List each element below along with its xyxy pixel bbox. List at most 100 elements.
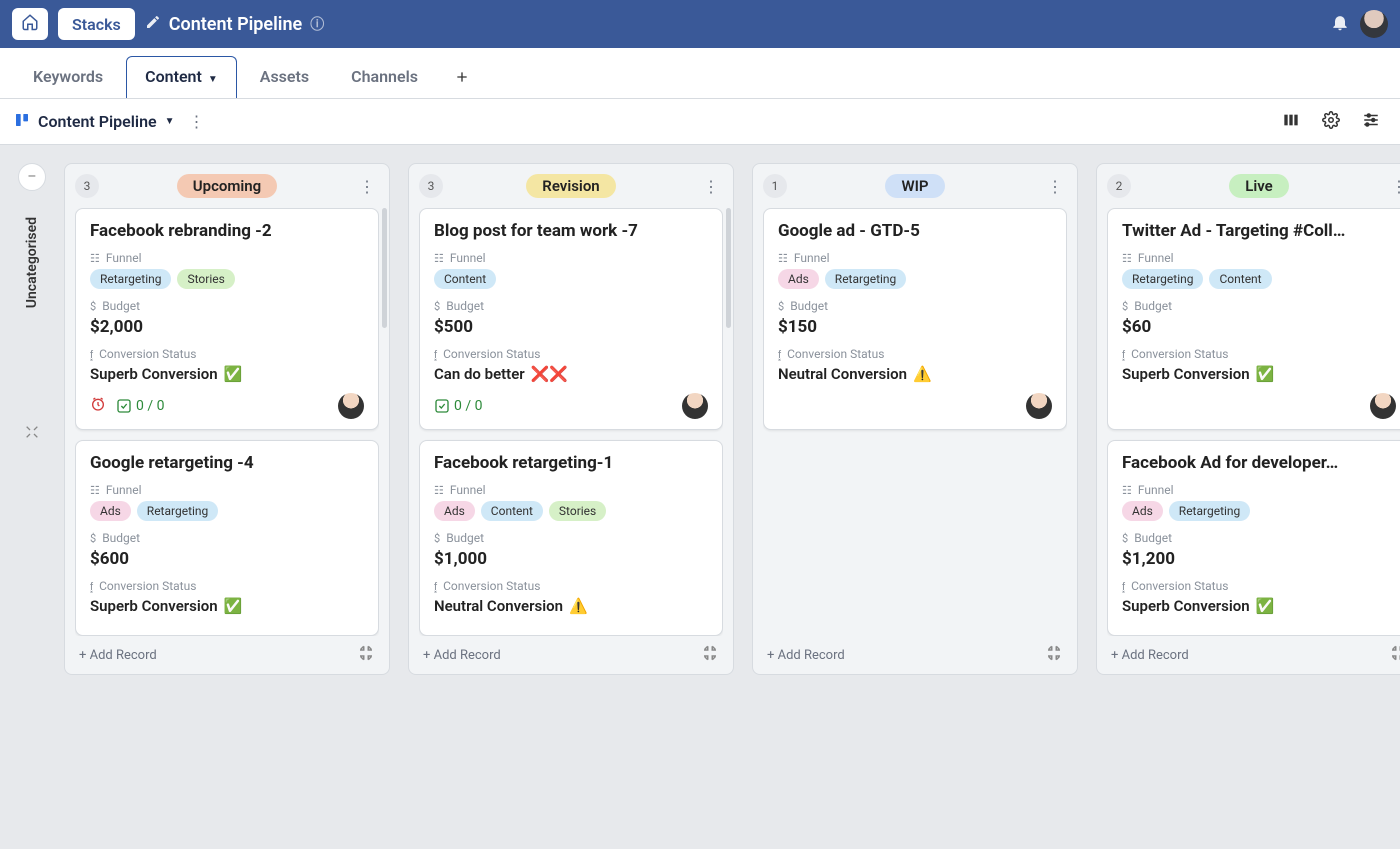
card[interactable]: Google ad - GTD-5 ☷Funnel AdsRetargeting…	[763, 208, 1067, 430]
scrollbar[interactable]	[382, 208, 387, 328]
user-avatar[interactable]	[1360, 10, 1388, 38]
column-count: 3	[75, 174, 99, 198]
card-title: Facebook retargeting-1	[434, 453, 708, 473]
card[interactable]: Google retargeting -4 ☷Funnel AdsRetarge…	[75, 440, 379, 636]
collapse-icon[interactable]	[357, 644, 375, 666]
funnel-field-label: ☷Funnel	[1122, 483, 1396, 497]
column-title[interactable]: Revision	[526, 174, 615, 198]
funnel-field-label: ☷Funnel	[90, 251, 364, 265]
status-emoji-icon: ✅	[1256, 365, 1275, 383]
card[interactable]: Facebook retargeting-1 ☷Funnel AdsConten…	[419, 440, 723, 636]
tasks-icon: 0 / 0	[116, 398, 164, 414]
card[interactable]: Blog post for team work -7 ☷Funnel Conte…	[419, 208, 723, 430]
add-record-button[interactable]: + Add Record	[1111, 648, 1189, 663]
conversion-value: Superb Conversion✅	[1122, 365, 1396, 383]
home-button[interactable]	[12, 8, 48, 40]
card[interactable]: Facebook rebranding -2 ☷Funnel Retargeti…	[75, 208, 379, 430]
funnel-tags: Content	[434, 269, 708, 289]
conversion-field-label: f͓Conversion Status	[1122, 579, 1396, 593]
conversion-value: Superb Conversion✅	[90, 597, 364, 615]
view-name: Content Pipeline	[38, 112, 157, 131]
card[interactable]: Facebook Ad for developer… ☷Funnel AdsRe…	[1107, 440, 1400, 636]
formula-icon: f͓	[1122, 580, 1125, 593]
budget-field-label: $Budget	[90, 299, 364, 313]
column-title[interactable]: Live	[1229, 174, 1289, 198]
dollar-icon: $	[434, 300, 440, 313]
column-title[interactable]: WIP	[885, 174, 944, 198]
info-icon[interactable]: ⓘ	[310, 14, 324, 34]
funnel-tags: RetargetingContent	[1122, 269, 1396, 289]
expand-icon[interactable]	[24, 424, 40, 444]
view-selector[interactable]: Content Pipeline ▼	[14, 112, 175, 132]
view-more-button[interactable]: ⋮	[185, 108, 209, 135]
formula-icon: f͓	[90, 580, 93, 593]
collapse-icon[interactable]	[701, 644, 719, 666]
budget-value: $1,000	[434, 549, 708, 569]
column-count: 2	[1107, 174, 1131, 198]
tab-assets[interactable]: Assets	[241, 56, 328, 98]
card-footer	[778, 393, 1052, 419]
collapse-icon[interactable]	[1045, 644, 1063, 666]
edit-icon[interactable]	[145, 14, 161, 35]
column-title[interactable]: Upcoming	[177, 174, 277, 198]
rail-label-uncategorised[interactable]: Uncategorised	[24, 209, 40, 316]
add-record-button[interactable]: + Add Record	[767, 648, 845, 663]
dollar-icon: $	[1122, 300, 1128, 313]
funnel-tag: Content	[481, 501, 543, 521]
tab-keywords[interactable]: Keywords	[14, 56, 122, 98]
stacks-button[interactable]: Stacks	[58, 8, 135, 40]
formula-icon: f͓	[1122, 348, 1125, 361]
collapse-icon[interactable]	[1389, 644, 1400, 666]
card-title: Blog post for team work -7	[434, 221, 708, 241]
add-record-button[interactable]: + Add Record	[423, 648, 501, 663]
scrollbar[interactable]	[726, 208, 731, 328]
column-menu-button[interactable]: ⋮	[699, 177, 723, 196]
card-footer	[1122, 393, 1396, 419]
add-tab-button[interactable]	[447, 62, 477, 92]
tabs-row: Keywords Content▼ Assets Channels	[0, 48, 1400, 99]
tasks-count: 0 / 0	[454, 398, 482, 414]
budget-value: $500	[434, 317, 708, 337]
topbar: Stacks Content Pipeline ⓘ	[0, 0, 1400, 48]
list-icon: ☷	[1122, 484, 1132, 497]
list-icon: ☷	[90, 252, 100, 265]
notifications-button[interactable]	[1330, 12, 1350, 36]
card-footer: 0 / 0	[90, 393, 364, 419]
dollar-icon: $	[90, 300, 96, 313]
budget-field-label: $Budget	[1122, 531, 1396, 545]
assignee-avatar[interactable]	[1370, 393, 1396, 419]
kanban-board: – Uncategorised 3 Upcoming ⋮ Facebook re…	[0, 145, 1400, 821]
column-menu-button[interactable]: ⋮	[1043, 177, 1067, 196]
column-count: 1	[763, 174, 787, 198]
gear-icon[interactable]	[1316, 107, 1346, 137]
card[interactable]: Twitter Ad - Targeting #Coll… ☷Funnel Re…	[1107, 208, 1400, 430]
budget-field-label: $Budget	[434, 531, 708, 545]
tab-channels[interactable]: Channels	[332, 56, 437, 98]
budget-value: $600	[90, 549, 364, 569]
tab-content[interactable]: Content▼	[126, 56, 237, 98]
funnel-tag: Content	[434, 269, 496, 289]
rail-collapse-button[interactable]: –	[18, 163, 46, 191]
funnel-tag: Retargeting	[825, 269, 906, 289]
add-record-button[interactable]: + Add Record	[79, 648, 157, 663]
cards-list: Google ad - GTD-5 ☷Funnel AdsRetargeting…	[763, 208, 1067, 636]
budget-value: $150	[778, 317, 1052, 337]
columns-icon[interactable]	[1276, 108, 1306, 136]
cards-list: Facebook rebranding -2 ☷Funnel Retargeti…	[75, 208, 379, 636]
assignee-avatar[interactable]	[1026, 393, 1052, 419]
column-menu-button[interactable]: ⋮	[355, 177, 379, 196]
column-header: 1 WIP ⋮	[763, 174, 1067, 198]
funnel-tag: Ads	[434, 501, 475, 521]
funnel-field-label: ☷Funnel	[90, 483, 364, 497]
column-menu-button[interactable]: ⋮	[1387, 177, 1400, 196]
status-emoji-icon: ✅	[224, 597, 243, 615]
assignee-avatar[interactable]	[338, 393, 364, 419]
card-title: Facebook rebranding -2	[90, 221, 364, 241]
cards-list: Blog post for team work -7 ☷Funnel Conte…	[419, 208, 723, 636]
budget-value: $60	[1122, 317, 1396, 337]
clock-icon	[90, 396, 106, 416]
funnel-tag: Retargeting	[1122, 269, 1203, 289]
assignee-avatar[interactable]	[682, 393, 708, 419]
sliders-icon[interactable]	[1356, 107, 1386, 137]
conversion-value: Neutral Conversion⚠️	[778, 365, 1052, 383]
